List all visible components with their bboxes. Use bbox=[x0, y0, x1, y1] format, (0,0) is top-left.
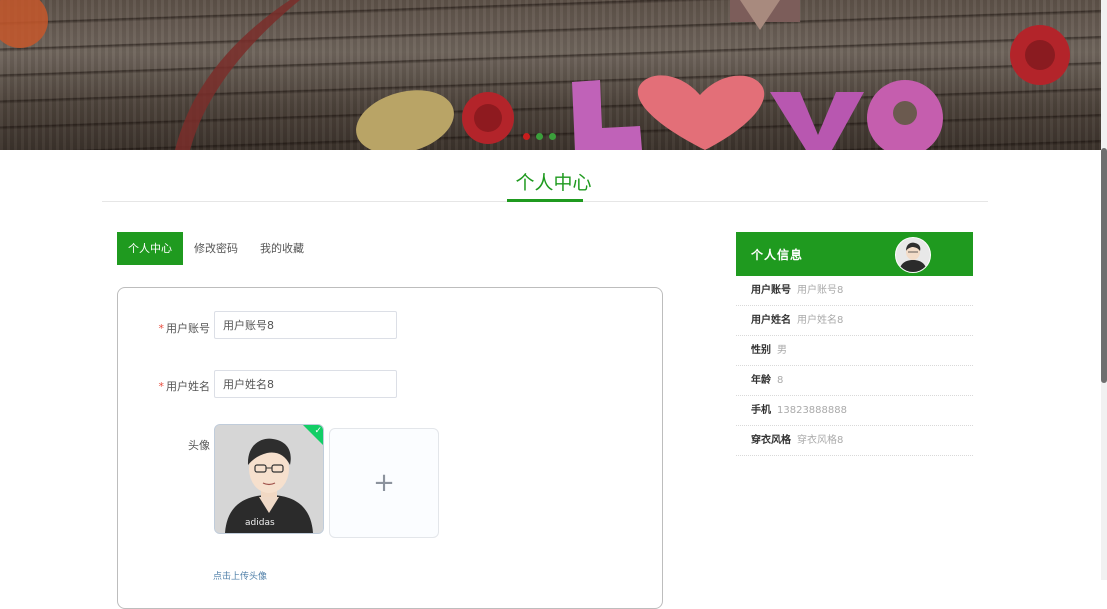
profile-form: * 用户账号 用户账号8 * 用户姓名 用户姓名8 头像 adidas ✓ + … bbox=[117, 287, 663, 609]
required-mark: * bbox=[158, 380, 165, 393]
page-title: 个人中心 bbox=[515, 172, 592, 194]
check-icon: ✓ bbox=[314, 426, 322, 436]
name-input[interactable]: 用户姓名8 bbox=[214, 370, 397, 398]
title-underline bbox=[507, 199, 583, 202]
avatar bbox=[895, 237, 931, 273]
name-label: * 用户姓名 bbox=[158, 380, 211, 393]
info-row-gender: 性别男 bbox=[736, 336, 973, 366]
info-row-account: 用户账号 用户账号8 bbox=[736, 276, 973, 306]
tab-my-favorites[interactable]: 我的收藏 bbox=[249, 232, 315, 265]
account-input[interactable]: 用户账号8 bbox=[214, 311, 397, 339]
upload-hint: 点击上传头像 bbox=[213, 572, 268, 582]
info-panel-title: 个人信息 bbox=[751, 248, 804, 262]
carousel-dot[interactable] bbox=[536, 133, 543, 140]
scrollbar-thumb[interactable] bbox=[1101, 148, 1107, 383]
svg-text:adidas: adidas bbox=[245, 518, 275, 528]
profile-tabs: 个人中心 修改密码 我的收藏 bbox=[117, 232, 315, 265]
required-mark: * bbox=[158, 322, 165, 335]
info-row-age: 年龄 8 bbox=[736, 366, 973, 396]
banner-carousel[interactable] bbox=[0, 0, 1107, 150]
tab-profile-center[interactable]: 个人中心 bbox=[117, 232, 183, 265]
carousel-indicators bbox=[523, 133, 556, 140]
personal-info-panel: 个人信息 用户账号 用户账号8 用户姓名 用户姓名8 性别男 年龄 8 手机 13823… bbox=[736, 232, 973, 456]
avatar-image bbox=[896, 238, 930, 272]
page-scrollbar[interactable] bbox=[1101, 0, 1107, 580]
carousel-dot[interactable] bbox=[549, 133, 556, 140]
plus-icon: + bbox=[373, 468, 395, 498]
info-panel-header: 个人信息 bbox=[736, 232, 973, 276]
info-row-phone: 手机 13823888888 bbox=[736, 396, 973, 426]
info-row-name: 用户姓名 用户姓名8 bbox=[736, 306, 973, 336]
love-banner-image bbox=[0, 0, 1070, 150]
avatar-label: 头像 bbox=[188, 439, 210, 452]
account-label: * 用户账号 bbox=[158, 322, 211, 335]
avatar-preview[interactable]: adidas ✓ bbox=[214, 424, 324, 534]
tab-change-password[interactable]: 修改密码 bbox=[183, 232, 249, 265]
avatar-upload-button[interactable]: + bbox=[329, 428, 439, 538]
info-row-clothing-style: 穿衣风格 穿衣风格8 bbox=[736, 426, 973, 456]
carousel-dot[interactable] bbox=[523, 133, 530, 140]
